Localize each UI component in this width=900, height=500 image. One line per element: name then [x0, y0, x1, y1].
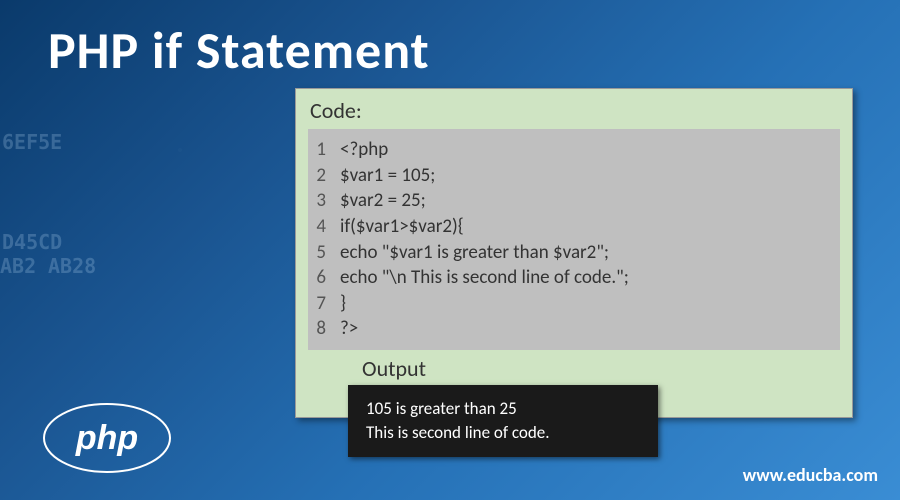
- website-url: www.educba.com: [743, 464, 878, 486]
- bg-hex-3: AB28: [48, 254, 96, 278]
- line-num: 8: [308, 316, 336, 342]
- line-num: 3: [308, 188, 336, 214]
- php-logo-text: php: [75, 419, 138, 457]
- line-num: 2: [308, 163, 336, 189]
- php-logo: php: [42, 402, 172, 474]
- line-code: $var2 = 25;: [336, 188, 840, 214]
- line-code: echo "\n This is second line of code.";: [336, 265, 840, 291]
- output-line-1: 105 is greater than 25: [366, 397, 640, 421]
- line-code: $var1 = 105;: [336, 163, 840, 189]
- bg-hex-4: 6EF5E: [2, 130, 62, 154]
- code-line-5: 5echo "$var1 is greater than $var2";: [308, 240, 840, 266]
- bg-hex-1: D45CD: [2, 230, 62, 254]
- line-code: if($var1>$var2){: [336, 214, 840, 240]
- line-num: 7: [308, 291, 336, 317]
- line-code: echo "$var1 is greater than $var2";: [336, 240, 840, 266]
- code-label: Code:: [310, 97, 362, 124]
- line-code: }: [336, 291, 840, 317]
- line-code: ?>: [336, 316, 840, 342]
- code-line-1: 1<?php: [308, 137, 840, 163]
- code-line-7: 7}: [308, 291, 840, 317]
- bg-hex-2: AB2: [0, 254, 36, 278]
- line-num: 4: [308, 214, 336, 240]
- code-container: Code: 1<?php 2$var1 = 105; 3$var2 = 25; …: [295, 88, 853, 418]
- output-line-2: This is second line of code.: [366, 421, 640, 445]
- code-line-8: 8?>: [308, 316, 840, 342]
- code-line-6: 6echo "\n This is second line of code.";: [308, 265, 840, 291]
- output-box: 105 is greater than 25 This is second li…: [348, 385, 658, 457]
- output-label: Output: [362, 355, 426, 382]
- line-num: 1: [308, 137, 336, 163]
- code-block: 1<?php 2$var1 = 105; 3$var2 = 25; 4if($v…: [308, 129, 840, 350]
- line-num: 6: [308, 265, 336, 291]
- line-code: <?php: [336, 137, 840, 163]
- code-line-4: 4if($var1>$var2){: [308, 214, 840, 240]
- code-line-3: 3$var2 = 25;: [308, 188, 840, 214]
- line-num: 5: [308, 240, 336, 266]
- code-line-2: 2$var1 = 105;: [308, 163, 840, 189]
- page-title: PHP if Statement: [48, 18, 430, 82]
